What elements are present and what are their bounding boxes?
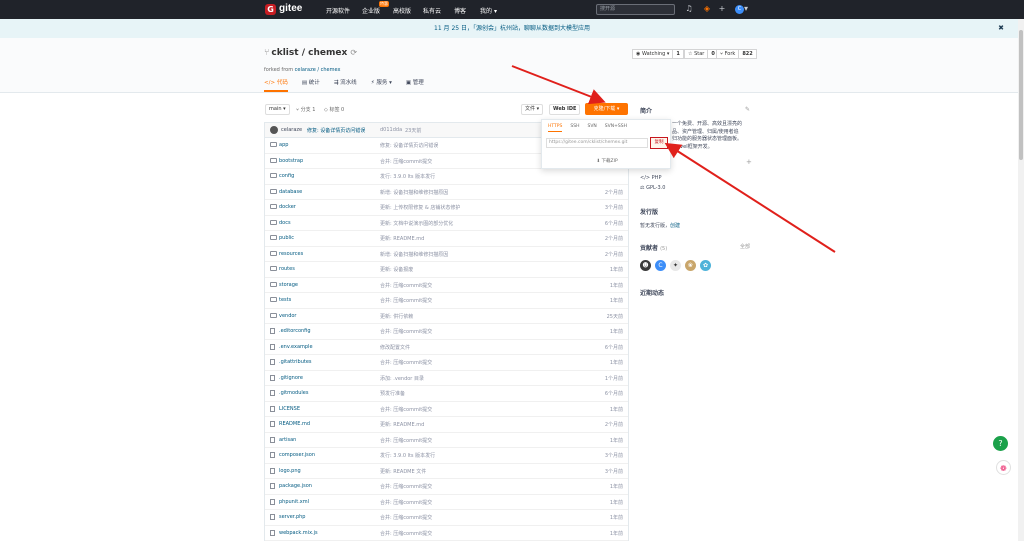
scrollbar-thumb[interactable]: [1019, 30, 1023, 160]
annotation-arrows: [511, 65, 836, 253]
arrow-to-copy-button: [664, 142, 836, 253]
arrow-to-clone-button: [511, 65, 606, 105]
